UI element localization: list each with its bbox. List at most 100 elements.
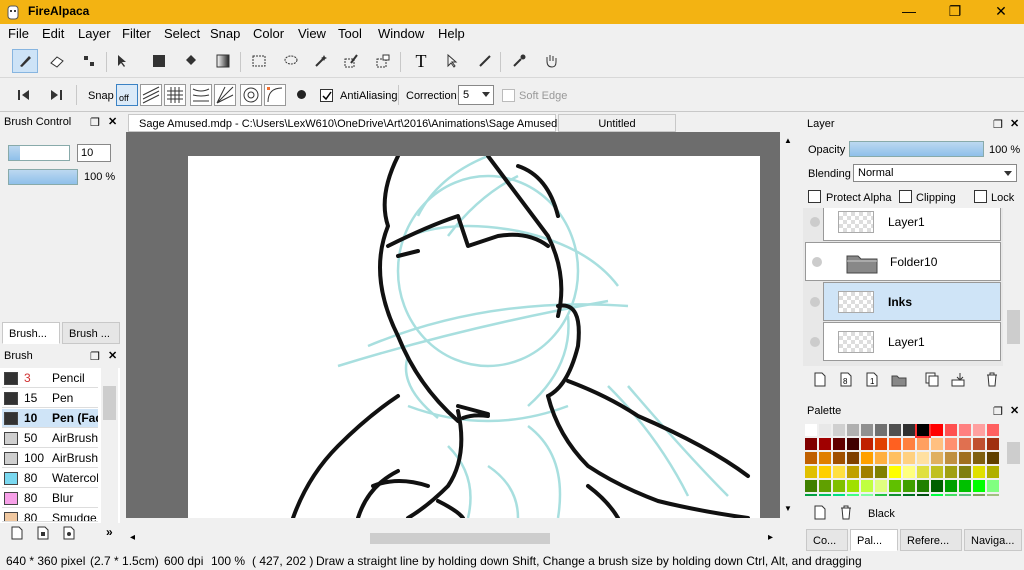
palette-swatch[interactable]	[875, 424, 887, 436]
palette-swatch[interactable]	[903, 424, 915, 436]
palette-swatch[interactable]	[847, 424, 859, 436]
dot-tool[interactable]	[76, 49, 102, 73]
palette-swatch[interactable]	[819, 494, 831, 496]
palette-swatch[interactable]	[875, 466, 887, 478]
protect-alpha-checkbox[interactable]	[808, 190, 821, 203]
brush-opacity-slider[interactable]	[8, 169, 78, 185]
brush-list-scrollbar[interactable]	[101, 368, 118, 523]
visibility-icon[interactable]	[810, 297, 820, 307]
palette-swatch[interactable]	[819, 466, 831, 478]
brush-item-airbrush-2[interactable]: 100 AirBrush	[2, 449, 98, 468]
new-8bit-layer-icon[interactable]: 8	[839, 372, 853, 388]
palette-swatch[interactable]	[903, 494, 915, 496]
palette-swatch[interactable]	[847, 438, 859, 450]
magic-wand-tool[interactable]	[308, 49, 334, 73]
palette-swatch[interactable]	[931, 466, 943, 478]
brush-item-airbrush[interactable]: 50 AirBrush	[2, 429, 98, 448]
panel-close-icon[interactable]: ✕	[1010, 404, 1019, 417]
merge-down-icon[interactable]	[951, 372, 967, 388]
move-tool[interactable]	[110, 49, 136, 73]
palette-swatch[interactable]	[805, 424, 817, 436]
clipping-checkbox[interactable]	[899, 190, 912, 203]
palette-swatch[interactable]	[833, 424, 845, 436]
maximize-button[interactable]: ❐	[932, 0, 978, 24]
palette-swatch[interactable]	[833, 466, 845, 478]
palette-swatch[interactable]	[973, 424, 985, 436]
snap-circle-button[interactable]	[240, 84, 262, 106]
scroll-thumb[interactable]	[1007, 310, 1020, 344]
tab-reference[interactable]: Refere...	[900, 529, 962, 551]
tab-brush-control[interactable]: Brush...	[2, 322, 60, 344]
brush-item-watercolor[interactable]: 80 Watercolor	[2, 469, 98, 488]
palette-swatch[interactable]	[959, 424, 971, 436]
antialiasing-checkbox[interactable]	[320, 89, 333, 102]
delete-layer-trash-icon[interactable]	[985, 372, 999, 388]
palette-swatch[interactable]	[833, 494, 845, 496]
palette-swatch[interactable]	[833, 480, 845, 492]
palette-swatch[interactable]	[987, 452, 999, 464]
undock-icon[interactable]: ❐	[993, 118, 1003, 131]
visibility-icon[interactable]	[810, 217, 820, 227]
palette-swatches[interactable]	[805, 424, 1003, 496]
palette-swatch[interactable]	[847, 480, 859, 492]
palette-swatch[interactable]	[917, 494, 929, 496]
palette-swatch[interactable]	[973, 494, 985, 496]
canvas-area[interactable]	[126, 132, 780, 518]
new-palette-icon[interactable]	[813, 505, 827, 521]
palette-swatch[interactable]	[945, 480, 957, 492]
pen-tool[interactable]	[12, 49, 38, 73]
layer-list-scrollbar[interactable]	[1005, 208, 1022, 366]
palette-swatch[interactable]	[917, 480, 929, 492]
palette-swatch[interactable]	[861, 438, 873, 450]
palette-swatch[interactable]	[819, 480, 831, 492]
palette-swatch[interactable]	[861, 466, 873, 478]
palette-swatch[interactable]	[973, 438, 985, 450]
eraser-tool[interactable]	[44, 49, 70, 73]
next-frame-icon[interactable]	[48, 89, 64, 101]
duplicate-brush-icon[interactable]	[36, 526, 50, 540]
scroll-down-icon[interactable]: ▼	[784, 504, 792, 513]
palette-swatch[interactable]	[875, 480, 887, 492]
new-brush-icon[interactable]	[10, 526, 24, 540]
palette-swatch[interactable]	[861, 480, 873, 492]
palette-swatch[interactable]	[805, 480, 817, 492]
palette-swatch[interactable]	[959, 466, 971, 478]
palette-swatch[interactable]	[889, 466, 901, 478]
palette-swatch[interactable]	[805, 438, 817, 450]
palette-swatch[interactable]	[987, 438, 999, 450]
duplicate-layer-icon[interactable]	[925, 372, 939, 388]
snap-off-button[interactable]: off	[116, 84, 138, 106]
palette-swatch[interactable]	[931, 494, 943, 496]
palette-swatch[interactable]	[931, 452, 943, 464]
palette-swatch[interactable]	[931, 480, 943, 492]
palette-swatch[interactable]	[847, 466, 859, 478]
correction-select[interactable]: 5	[458, 85, 494, 105]
minimize-button[interactable]: —	[886, 0, 932, 24]
palette-swatch[interactable]	[987, 480, 999, 492]
tab-untitled[interactable]: Untitled	[558, 114, 676, 132]
palette-swatch[interactable]	[861, 424, 873, 436]
palette-swatch[interactable]	[889, 452, 901, 464]
bezier-tool[interactable]	[472, 49, 498, 73]
palette-swatch[interactable]	[987, 424, 999, 436]
palette-swatch[interactable]	[847, 494, 859, 496]
menu-tool[interactable]: Tool	[338, 26, 362, 41]
palette-swatch[interactable]	[959, 494, 971, 496]
brush-size-slider[interactable]	[8, 145, 70, 161]
palette-swatch[interactable]	[917, 438, 929, 450]
palette-swatch[interactable]	[889, 480, 901, 492]
palette-swatch[interactable]	[915, 424, 931, 438]
new-layer-icon[interactable]	[813, 372, 827, 388]
palette-swatch[interactable]	[973, 480, 985, 492]
palette-swatch[interactable]	[889, 438, 901, 450]
canvas-vertical-scrollbar[interactable]: ▲ ▼	[780, 132, 797, 518]
new-1bit-layer-icon[interactable]: 1	[865, 372, 879, 388]
palette-swatch[interactable]	[875, 452, 887, 464]
panel-close-icon[interactable]: ✕	[108, 349, 117, 362]
layer-row-layer1[interactable]: Layer1	[810, 322, 1001, 361]
more-arrow-icon[interactable]: »	[106, 525, 113, 539]
palette-swatch[interactable]	[889, 494, 901, 496]
select-eraser-tool[interactable]	[370, 49, 396, 73]
palette-scrollbar[interactable]	[1005, 424, 1022, 496]
snap-parallel-button[interactable]	[140, 84, 162, 106]
